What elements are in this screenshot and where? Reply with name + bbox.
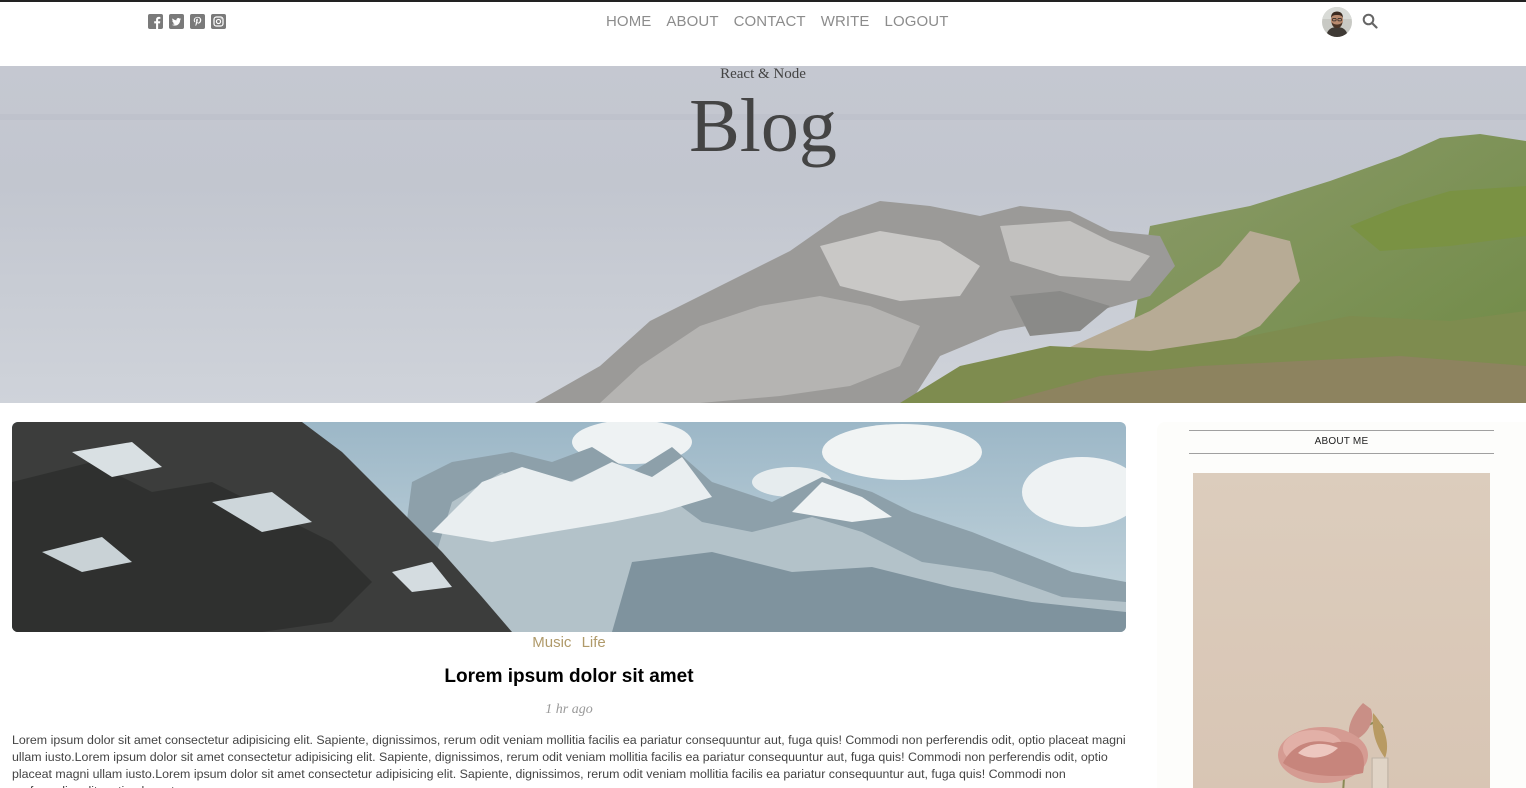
- sidebar: ABOUT ME: [1157, 422, 1526, 788]
- header-subtitle: React & Node: [720, 66, 806, 82]
- nav-home[interactable]: HOME: [606, 13, 651, 30]
- post-image[interactable]: [12, 422, 1126, 632]
- header-hero: React & Node Blog: [0, 66, 1526, 403]
- post-category-music[interactable]: Music: [532, 634, 571, 651]
- twitter-square-icon[interactable]: [169, 14, 184, 29]
- main-nav: HOME ABOUT CONTACT WRITE LOGOUT: [606, 13, 948, 30]
- post-title[interactable]: Lorem ipsum dolor sit amet: [12, 666, 1126, 688]
- pinterest-square-icon[interactable]: [190, 14, 205, 29]
- top-bar: HOME ABOUT CONTACT WRITE LOGOUT: [0, 0, 1526, 50]
- search-icon[interactable]: [1362, 13, 1378, 29]
- post-date: 1 hr ago: [545, 702, 593, 717]
- sidebar-title: ABOUT ME: [1189, 430, 1494, 454]
- social-links: [148, 14, 226, 29]
- avatar[interactable]: [1322, 7, 1352, 37]
- instagram-square-icon[interactable]: [211, 14, 226, 29]
- nav-logout[interactable]: LOGOUT: [885, 13, 949, 30]
- post-category-life[interactable]: Life: [582, 634, 606, 651]
- post-categories: Music Life: [12, 634, 1126, 651]
- header-title: Blog: [689, 84, 837, 168]
- nav-about[interactable]: ABOUT: [666, 13, 718, 30]
- post-description: Lorem ipsum dolor sit amet consectetur a…: [12, 733, 1126, 788]
- nav-contact[interactable]: CONTACT: [734, 13, 806, 30]
- nav-write[interactable]: WRITE: [821, 13, 870, 30]
- sidebar-about-image: [1193, 473, 1490, 788]
- facebook-square-icon[interactable]: [148, 14, 163, 29]
